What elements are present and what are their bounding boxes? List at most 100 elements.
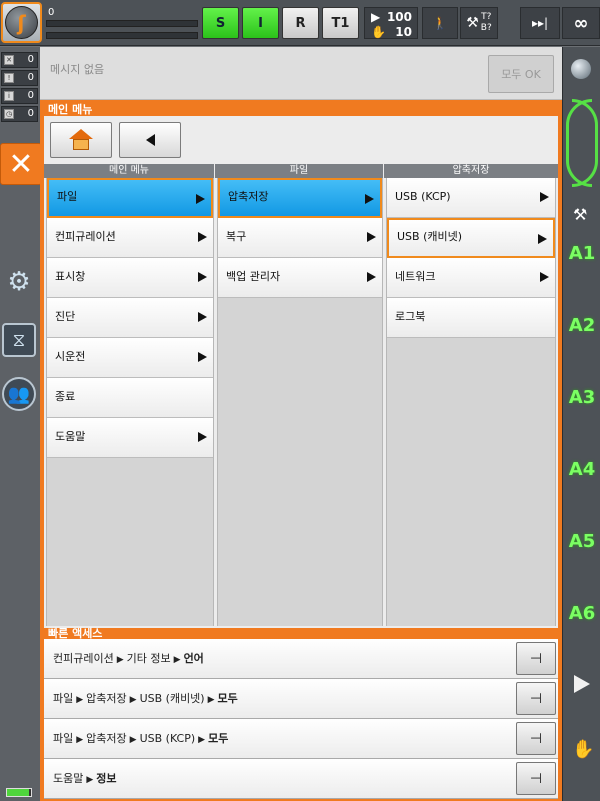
override-display[interactable]: ▶ 100 ✋ 10 xyxy=(364,7,418,39)
robot-tool-icon: ⚒ xyxy=(466,15,479,31)
program-override-value: 100 xyxy=(386,10,412,24)
message-counter-status[interactable]: ! 0 xyxy=(1,70,38,86)
program-progress-bar xyxy=(46,20,198,27)
message-counter-dialog[interactable]: i 0 xyxy=(1,88,38,104)
menu-item-backup-manager[interactable]: 백업 관리자 xyxy=(218,258,382,298)
main-menu-panel: 메인 메뉴 메인 메뉴 파일 압축저장 파일 컨피규레이션 표시창 진단 시운전… xyxy=(40,100,562,801)
globe-icon[interactable] xyxy=(571,59,591,79)
column-header-file: 파일 xyxy=(215,164,383,178)
menu-item-file[interactable]: 파일 xyxy=(47,178,213,218)
menu-item-archive[interactable]: 압축저장 xyxy=(218,178,382,218)
message-counter-acknowledge[interactable]: ✕ 0 xyxy=(1,52,38,68)
acknowledge-all-button[interactable]: 모두 OK xyxy=(488,55,554,93)
submenu-arrow-icon xyxy=(196,194,205,204)
menu-item-usb-cabinet[interactable]: USB (캐비넷) xyxy=(387,218,555,258)
axis-a2-jog[interactable]: A2 xyxy=(563,315,600,336)
pin-icon[interactable]: ⊣ xyxy=(516,722,556,755)
submenu-arrow-icon xyxy=(367,232,376,242)
menu-column-archive: USB (KCP) USB (캐비넷) 네트워크 로그북 xyxy=(386,178,556,626)
start-forward-icon[interactable] xyxy=(574,675,590,693)
submenu-arrow-icon xyxy=(538,234,547,244)
close-icon: ✕ xyxy=(8,146,34,182)
column-header-main-menu: 메인 메뉴 xyxy=(44,164,214,178)
back-arrow-icon xyxy=(145,134,155,146)
ack-message-icon: ✕ xyxy=(4,55,14,65)
message-counter-wait[interactable]: ◷ 0 xyxy=(1,106,38,122)
left-side-bar: ✕ 0 ! 0 i 0 ◷ 0 ✕ ⚙ ⧖ 👥 xyxy=(0,47,42,801)
axis-a4-jog[interactable]: A4 xyxy=(563,459,600,480)
submit-interpreter-status[interactable]: S xyxy=(202,7,239,39)
menu-item-usb-kcp[interactable]: USB (KCP) xyxy=(387,178,555,218)
dialog-message-icon: i xyxy=(4,91,14,101)
program-line-bar xyxy=(46,32,198,39)
top-status-bar: ʃ 0 S I R T1 ▶ 100 ✋ 10 🚶 ⚒ T? B? ▸▸| ∞ xyxy=(0,0,600,46)
menu-item-help[interactable]: 도움말 xyxy=(47,418,213,458)
quick-access-row[interactable]: 도움말 ▶ 정보 ⊣ xyxy=(44,759,558,799)
robot-interpreter-status[interactable]: R xyxy=(282,7,319,39)
axis-a3-jog[interactable]: A3 xyxy=(563,387,600,408)
status-message-icon: ! xyxy=(4,73,14,83)
increment-mode-icon[interactable]: ▸▸| xyxy=(520,7,560,39)
pin-icon[interactable]: ⊣ xyxy=(516,642,556,675)
operating-mode-button[interactable]: T1 xyxy=(322,7,359,39)
jog-override-value: 10 xyxy=(395,25,412,39)
menu-item-diagnosis[interactable]: 진단 xyxy=(47,298,213,338)
menu-item-display[interactable]: 표시창 xyxy=(47,258,213,298)
submenu-arrow-icon xyxy=(198,232,207,242)
menu-item-restore[interactable]: 복구 xyxy=(218,218,382,258)
home-icon xyxy=(69,129,93,151)
message-text: 메시지 없음 xyxy=(50,63,105,76)
menu-item-start-up[interactable]: 시운전 xyxy=(47,338,213,378)
home-button[interactable] xyxy=(50,122,112,158)
axis-a5-jog[interactable]: A5 xyxy=(563,531,600,552)
increment-value[interactable]: ∞ xyxy=(562,7,600,39)
axis-jog-icon[interactable]: ⚒ xyxy=(573,205,587,224)
menu-item-network[interactable]: 네트워크 xyxy=(387,258,555,298)
submenu-arrow-icon xyxy=(198,432,207,442)
quick-access-row[interactable]: 파일 ▶ 압축저장 ▶ USB (캐비넷) ▶ 모두 ⊣ xyxy=(44,679,558,719)
submenu-arrow-icon xyxy=(365,194,374,204)
quick-access-row[interactable]: 컨피규레이션 ▶ 기타 정보 ▶ 언어 ⊣ xyxy=(44,639,558,679)
main-menu-body: 메인 메뉴 파일 압축저장 파일 컨피규레이션 표시창 진단 시운전 종료 도움… xyxy=(44,116,558,628)
axis-a6-jog[interactable]: A6 xyxy=(563,603,600,624)
column-header-archive: 압축저장 xyxy=(384,164,558,178)
axis-a1-jog[interactable]: A1 xyxy=(563,243,600,264)
menu-column-main: 파일 컨피규레이션 표시창 진단 시운전 종료 도움말 xyxy=(46,178,214,626)
submenu-arrow-icon xyxy=(198,272,207,282)
menu-item-configuration[interactable]: 컨피규레이션 xyxy=(47,218,213,258)
base-label: B? xyxy=(480,23,492,33)
main-menu-title: 메인 메뉴 xyxy=(48,103,93,116)
menu-item-shutdown[interactable]: 종료 xyxy=(47,378,213,418)
timer-icon[interactable]: ⧖ xyxy=(2,323,36,357)
jog-speed-icon: ✋ xyxy=(371,25,386,39)
hand-jog-icon[interactable]: ✋ xyxy=(572,739,594,760)
pin-icon[interactable]: ⊣ xyxy=(516,682,556,715)
battery-icon xyxy=(6,788,32,797)
submenu-arrow-icon xyxy=(367,272,376,282)
space-mouse-jog-icon[interactable] xyxy=(564,93,600,193)
message-window: 메시지 없음 모두 OK xyxy=(40,47,562,100)
wait-message-icon: ◷ xyxy=(4,109,14,119)
program-speed-icon: ▶ xyxy=(371,10,381,24)
tool-base-button[interactable]: ⚒ T? B? xyxy=(460,7,498,39)
pin-icon[interactable]: ⊣ xyxy=(516,762,556,795)
robot-main-menu-button[interactable]: ʃ xyxy=(1,2,42,43)
back-button[interactable] xyxy=(119,122,181,158)
menu-item-logbook[interactable]: 로그북 xyxy=(387,298,555,338)
menu-column-file: 압축저장 복구 백업 관리자 xyxy=(217,178,383,626)
program-progress: 0 xyxy=(46,6,198,40)
submenu-arrow-icon xyxy=(540,272,549,282)
settings-gear-icon[interactable]: ⚙ xyxy=(2,265,36,299)
close-menu-button[interactable]: ✕ xyxy=(0,143,42,185)
drive-status[interactable]: I xyxy=(242,7,279,39)
submenu-arrow-icon xyxy=(198,352,207,362)
tool-label: T? xyxy=(481,12,492,22)
walking-man-icon[interactable]: 🚶 xyxy=(422,7,458,39)
right-side-bar: ⚒ A1 A2 A3 A4 A5 A6 ✋ xyxy=(562,47,600,801)
submenu-arrow-icon xyxy=(540,192,549,202)
quick-access-row[interactable]: 파일 ▶ 압축저장 ▶ USB (KCP) ▶ 모두 ⊣ xyxy=(44,719,558,759)
program-progress-value: 0 xyxy=(48,7,55,18)
quick-access-list: 컨피규레이션 ▶ 기타 정보 ▶ 언어 ⊣ 파일 ▶ 압축저장 ▶ USB (캐비넷) ▶ 모두 ⊣… xyxy=(44,639,558,799)
user-group-icon[interactable]: 👥 xyxy=(2,377,36,411)
robot-arm-icon: ʃ xyxy=(5,6,38,39)
